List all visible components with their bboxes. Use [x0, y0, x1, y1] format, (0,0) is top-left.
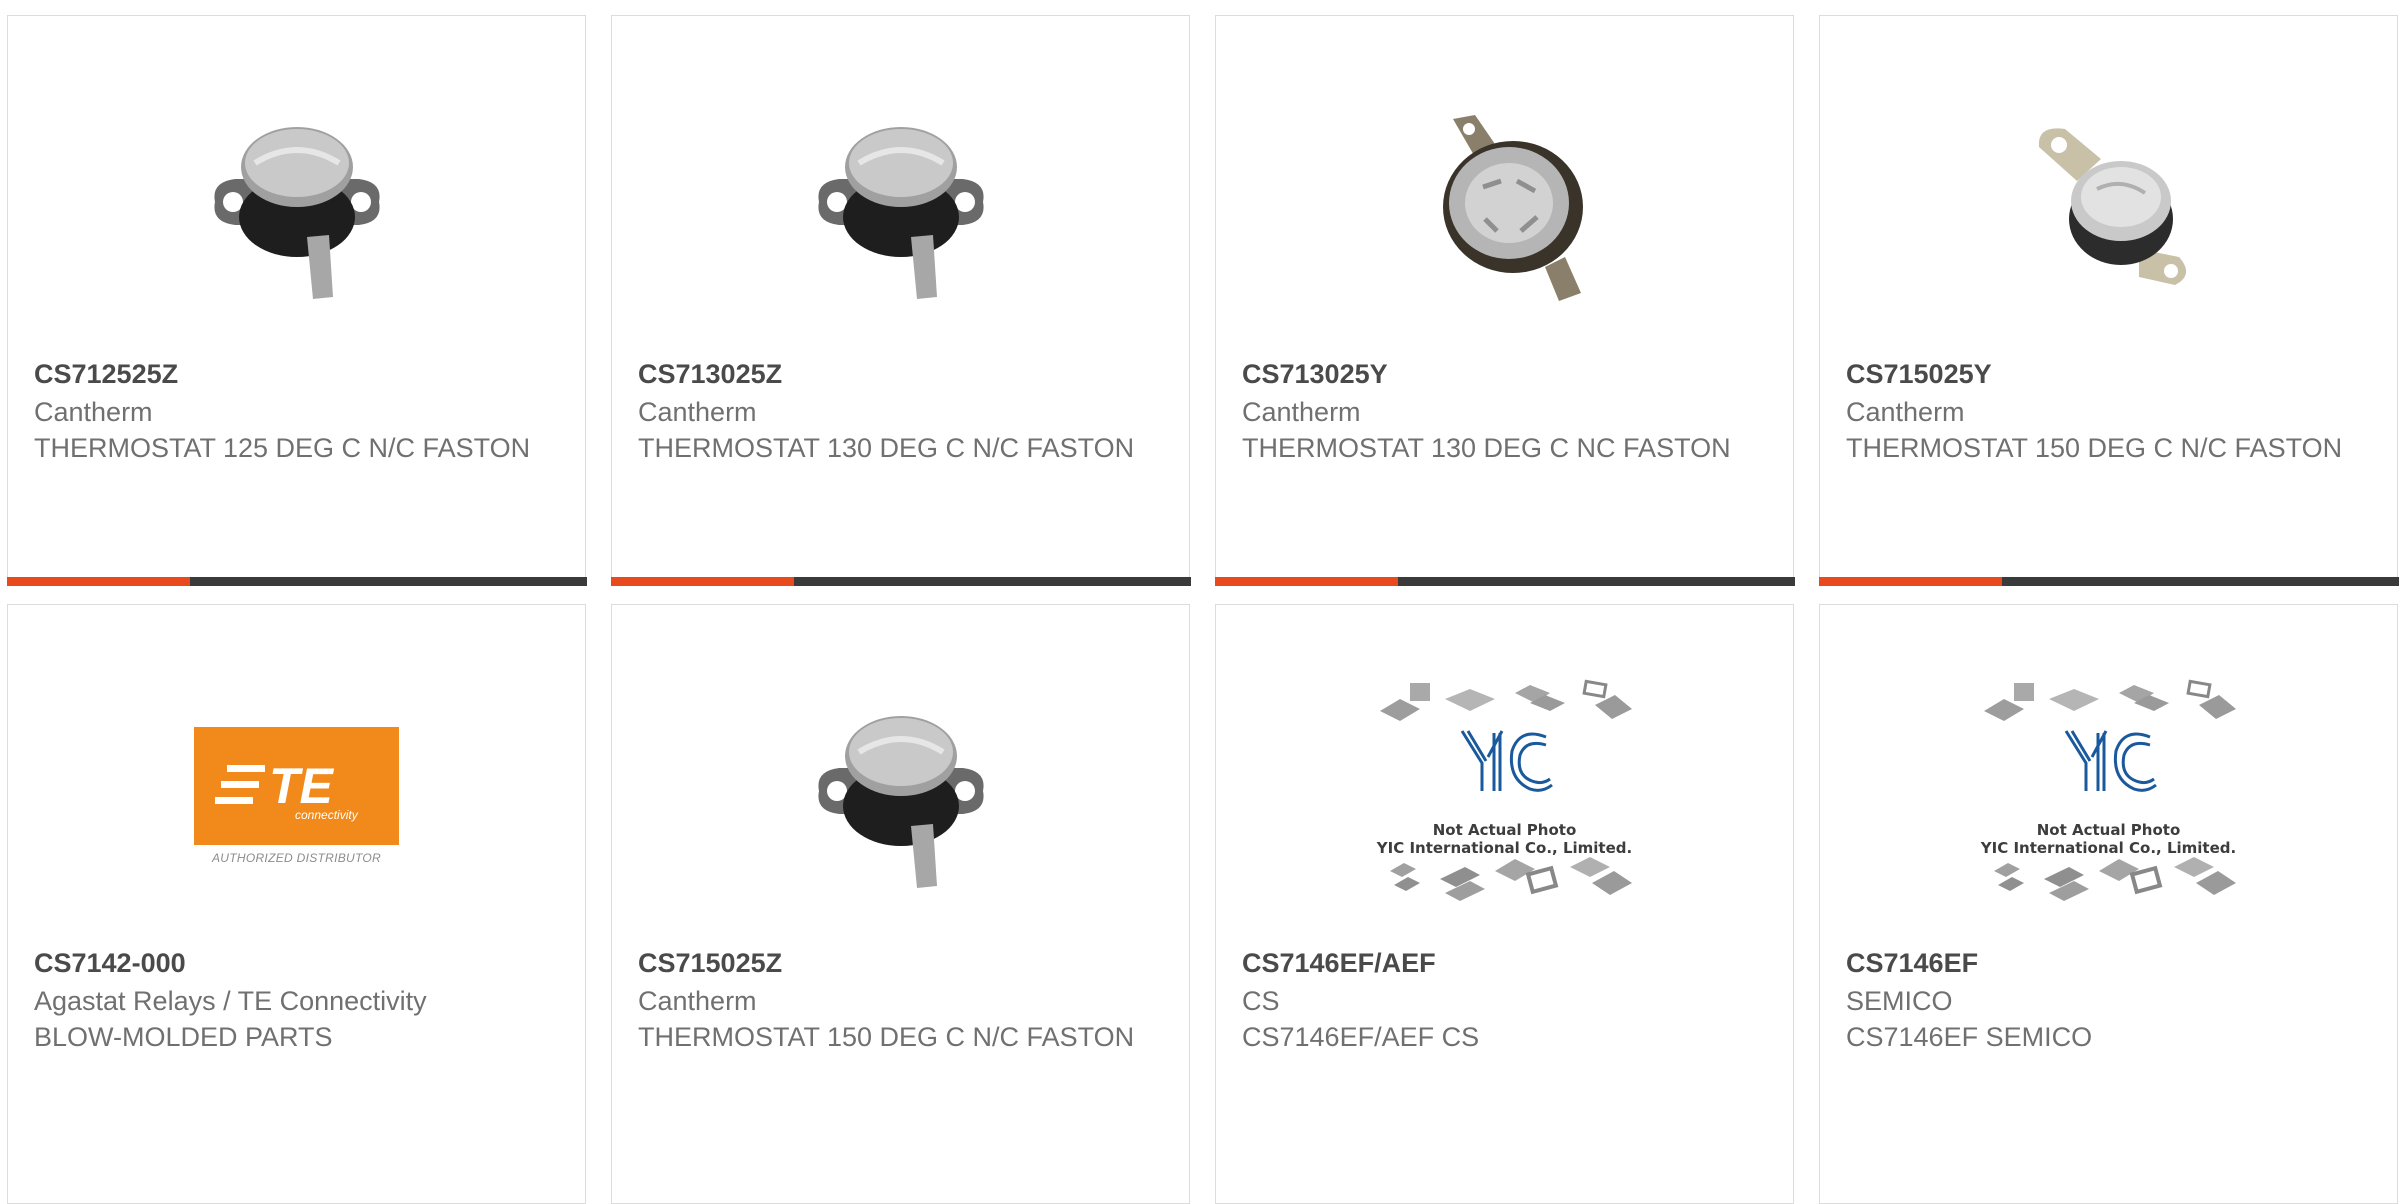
manufacturer: Agastat Relays / TE Connectivity: [34, 986, 427, 1016]
manufacturer: CS: [1242, 986, 1280, 1016]
te-logo-text: TE: [269, 758, 335, 814]
thermostat-photo-icon: [817, 716, 984, 888]
placeholder-note: Not Actual Photo: [1432, 821, 1577, 839]
card-accent-bar: [1818, 576, 2399, 586]
product-card[interactable]: CS715025Y Cantherm THERMOSTAT 150 DEG C …: [1818, 15, 2399, 586]
product-image[interactable]: [1380, 82, 1630, 332]
yic-placeholder: Not Actual Photo YIC International Co., …: [1370, 671, 1640, 921]
product-image[interactable]: Not Actual Photo YIC International Co., …: [1377, 671, 1632, 921]
placeholder-company: YIC International Co., Limited.: [1980, 839, 2237, 857]
description: THERMOSTAT 150 DEG C N/C FASTON: [1846, 433, 2343, 463]
card-accent-bar: [6, 576, 587, 586]
manufacturer: Cantherm: [1846, 397, 1965, 427]
manufacturer: Cantherm: [1242, 397, 1361, 427]
thermostat-photo-icon: [817, 127, 984, 299]
yic-logo-icon: [1983, 679, 2236, 901]
part-number-link[interactable]: CS715025Z: [638, 945, 1169, 981]
description: CS7146EF/AEF CS: [1242, 1022, 1480, 1052]
description: THERMOSTAT 130 DEG C N/C FASTON: [638, 433, 1135, 463]
te-connectivity-logo-icon: TE connectivity: [214, 758, 359, 822]
part-number-link[interactable]: CS7142-000: [34, 945, 565, 981]
manufacturer: SEMICO: [1846, 986, 1953, 1016]
card-accent-bar: [610, 576, 1191, 586]
product-image[interactable]: [1984, 82, 2234, 332]
description: THERMOSTAT 150 DEG C N/C FASTON: [638, 1022, 1135, 1052]
description: CS7146EF SEMICO: [1846, 1022, 2093, 1052]
yic-logo-icon: [1379, 679, 1632, 901]
product-card[interactable]: Not Actual Photo YIC International Co., …: [1215, 604, 1794, 1204]
description: BLOW-MOLDED PARTS: [34, 1022, 333, 1052]
logo-caption: AUTHORIZED DISTRIBUTOR: [211, 851, 382, 865]
thermostat-photo-icon: [213, 127, 380, 299]
product-image[interactable]: [776, 82, 1026, 332]
product-image[interactable]: TE connectivity AUTHORIZED DISTRIBUTOR: [172, 671, 422, 921]
description: THERMOSTAT 125 DEG C N/C FASTON: [34, 433, 531, 463]
product-image[interactable]: [776, 671, 1026, 921]
part-number-link[interactable]: CS7146EF/AEF: [1242, 945, 1773, 981]
placeholder-company: YIC International Co., Limited.: [1376, 839, 1633, 857]
placeholder-note: Not Actual Photo: [2036, 821, 2181, 839]
part-number-link[interactable]: CS713025Y: [1242, 356, 1773, 392]
product-card[interactable]: CS712525Z Cantherm THERMOSTAT 125 DEG C …: [6, 15, 587, 586]
product-card[interactable]: CS713025Y Cantherm THERMOSTAT 130 DEG C …: [1214, 15, 1795, 586]
te-logo: TE connectivity AUTHORIZED DISTRIBUTOR: [194, 727, 399, 865]
part-number-link[interactable]: CS7146EF: [1846, 945, 2377, 981]
part-number-link[interactable]: CS712525Z: [34, 356, 565, 392]
manufacturer: Cantherm: [638, 986, 757, 1016]
product-image[interactable]: Not Actual Photo YIC International Co., …: [1981, 671, 2236, 921]
thermostat-angled-photo-icon: [2038, 128, 2186, 285]
product-card[interactable]: CS715025Z Cantherm THERMOSTAT 150 DEG C …: [611, 604, 1190, 1204]
thermostat-flat-photo-icon: [1442, 115, 1583, 301]
product-card[interactable]: TE connectivity AUTHORIZED DISTRIBUTOR C…: [7, 604, 586, 1204]
product-card[interactable]: Not Actual Photo YIC International Co., …: [1819, 604, 2398, 1204]
description: THERMOSTAT 130 DEG C NC FASTON: [1242, 433, 1731, 463]
product-image[interactable]: [172, 82, 422, 332]
card-accent-bar: [1214, 576, 1795, 586]
te-logo-subtext: connectivity: [295, 808, 359, 822]
part-number-link[interactable]: CS713025Z: [638, 356, 1169, 392]
part-number-link[interactable]: CS715025Y: [1846, 356, 2377, 392]
yic-placeholder: Not Actual Photo YIC International Co., …: [1974, 671, 2244, 921]
manufacturer: Cantherm: [34, 397, 153, 427]
manufacturer: Cantherm: [638, 397, 757, 427]
product-card[interactable]: CS713025Z Cantherm THERMOSTAT 130 DEG C …: [610, 15, 1191, 586]
